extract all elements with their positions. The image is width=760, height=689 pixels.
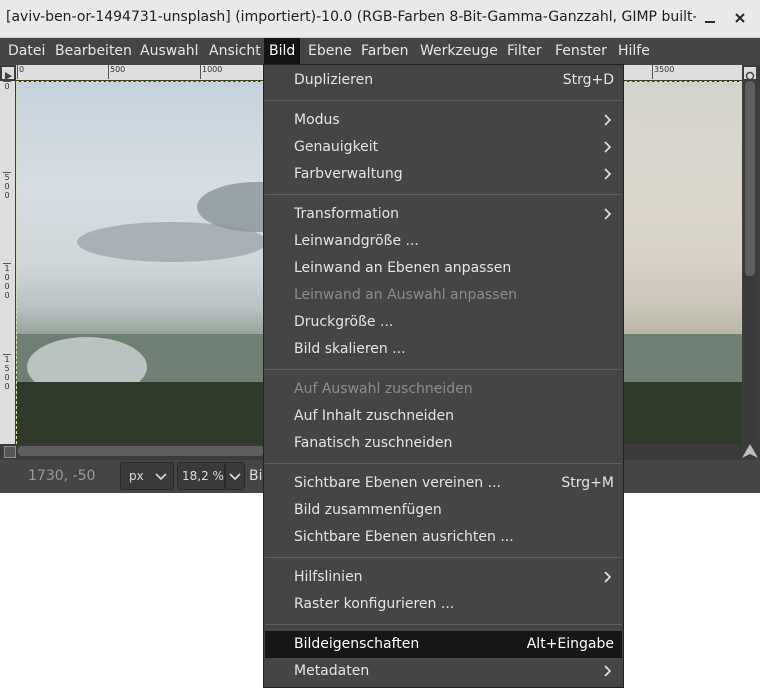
- vertical-scrollbar[interactable]: [744, 81, 756, 444]
- menu-item-label: Auf Auswahl zuschneiden: [294, 381, 473, 397]
- menu-item-label: Raster konfigurieren ...: [294, 596, 455, 612]
- zoom-image-when-window-size-changes-button[interactable]: [744, 67, 756, 81]
- close-icon: [735, 13, 745, 23]
- menu-item-fanatisch-zuschneiden[interactable]: Fanatisch zuschneiden: [265, 430, 622, 457]
- menu-item-label: Hilfslinien: [294, 569, 363, 585]
- menu-item-shortcut: Strg+D: [562, 72, 614, 88]
- menu-item-label: Farbverwaltung: [294, 166, 403, 182]
- menu-item-sichtbare-ebenen-vereinen[interactable]: Sichtbare Ebenen vereinen ... Strg+M: [265, 470, 622, 497]
- unit-select[interactable]: px: [120, 462, 174, 490]
- close-button[interactable]: [730, 8, 750, 28]
- menu-separator: [265, 369, 622, 370]
- menu-separator: [265, 194, 622, 195]
- menu-auswahl[interactable]: Auswahl: [135, 38, 204, 65]
- quick-mask-toggle[interactable]: [4, 446, 16, 458]
- menu-werkzeuge[interactable]: Werkzeuge: [415, 38, 503, 65]
- menu-item-label: Genauigkeit: [294, 139, 379, 155]
- chevron-right-icon: [604, 208, 612, 220]
- chevron-right-icon: [604, 141, 612, 153]
- menu-hilfe[interactable]: Hilfe: [613, 38, 655, 65]
- menu-item-farbverwaltung[interactable]: Farbverwaltung: [265, 161, 622, 188]
- menu-datei[interactable]: Datei: [3, 38, 50, 65]
- menu-filter[interactable]: Filter: [502, 38, 547, 65]
- quick-menu-button[interactable]: [2, 67, 14, 80]
- bild-menu: Duplizieren Strg+D Modus Genauigkeit Farbver…: [263, 64, 624, 688]
- menu-item-label: Transformation: [294, 206, 400, 222]
- menu-item-sichtbare-ebenen-ausrichten[interactable]: Sichtbare Ebenen ausrichten ...: [265, 524, 622, 551]
- menu-item-label: Bild zusammenfügen: [294, 502, 442, 518]
- menu-item-raster-konfigurieren[interactable]: Raster konfigurieren ...: [265, 591, 622, 618]
- menu-item-transformation[interactable]: Transformation: [265, 201, 622, 228]
- menu-separator: [265, 624, 622, 625]
- window-title: [aviv-ben-or-1494731-unsplash] (importie…: [6, 9, 696, 25]
- ruler-tick-label: 1 0 0 0: [3, 263, 11, 300]
- menu-item-leinwandgroesse[interactable]: Leinwandgröße ...: [265, 228, 622, 255]
- menu-item-modus[interactable]: Modus: [265, 107, 622, 134]
- navigate-icon: [742, 444, 758, 458]
- menu-item-label: Bild skalieren ...: [294, 341, 406, 357]
- minimize-button[interactable]: [700, 8, 720, 28]
- menu-item-bild-zusammenfuegen[interactable]: Bild zusammenfügen: [265, 497, 622, 524]
- menu-item-druckgroesse[interactable]: Druckgröße ...: [265, 309, 622, 336]
- menu-item-leinwand-an-ebenen-anpassen[interactable]: Leinwand an Ebenen anpassen: [265, 255, 622, 282]
- menu-farben[interactable]: Farben: [356, 38, 413, 65]
- menu-separator: [265, 463, 622, 464]
- vertical-ruler[interactable]: 0 5 0 0 1 0 0 0 1 5 0 0: [0, 81, 15, 444]
- minimize-icon: [705, 21, 715, 23]
- menu-item-label: Metadaten: [294, 663, 370, 679]
- menu-item-label: Sichtbare Ebenen ausrichten ...: [294, 529, 514, 545]
- chevron-right-icon: [604, 168, 612, 180]
- menu-item-label: Auf Inhalt zuschneiden: [294, 408, 454, 424]
- menu-item-auf-auswahl-zuschneiden: Auf Auswahl zuschneiden: [265, 376, 622, 403]
- menu-item-label: Modus: [294, 112, 340, 128]
- unit-value: px: [129, 469, 144, 483]
- menu-item-auf-inhalt-zuschneiden[interactable]: Auf Inhalt zuschneiden: [265, 403, 622, 430]
- menu-item-bild-skalieren[interactable]: Bild skalieren ...: [265, 336, 622, 363]
- ruler-tick-label: 0: [3, 81, 11, 91]
- menu-item-shortcut: Alt+Eingabe: [526, 636, 614, 652]
- chevron-right-icon: [604, 571, 612, 583]
- menu-bearbeiten[interactable]: Bearbeiten: [50, 38, 137, 65]
- menu-separator: [265, 100, 622, 101]
- menu-item-duplizieren[interactable]: Duplizieren Strg+D: [265, 67, 622, 94]
- chevron-down-icon: [155, 473, 167, 481]
- chevron-right-icon: [604, 114, 612, 126]
- menu-item-label: Leinwand an Ebenen anpassen: [294, 260, 512, 276]
- chevron-down-icon: [229, 473, 241, 481]
- menu-separator: [265, 557, 622, 558]
- zoom-input[interactable]: 18,2 %: [177, 462, 225, 490]
- ruler-tick-label: 1 5 0 0: [3, 354, 11, 391]
- menu-bar: Datei Bearbeiten Auswahl Ansicht Bild Ebene Fa…: [0, 38, 760, 65]
- title-bar: [aviv-ben-or-1494731-unsplash] (importie…: [0, 0, 760, 38]
- menu-item-label: Sichtbare Ebenen vereinen ...: [294, 475, 501, 491]
- menu-bild[interactable]: Bild: [264, 38, 301, 65]
- menu-item-label: Bildeigenschaften: [294, 636, 420, 652]
- horizontal-scrollbar-thumb[interactable]: [18, 446, 264, 456]
- menu-item-metadaten[interactable]: Metadaten: [265, 658, 622, 685]
- ruler-tick-label: 5 0 0: [3, 172, 11, 200]
- ruler-tick-label: 3500: [652, 65, 674, 79]
- ruler-tick-label: 1000: [200, 65, 222, 79]
- ruler-tick-label: 500: [108, 65, 125, 79]
- menu-item-label: Leinwandgröße ...: [294, 233, 419, 249]
- menu-item-label: Fanatisch zuschneiden: [294, 435, 453, 451]
- pointer-coordinates: 1730, -50: [28, 468, 96, 484]
- menu-item-leinwand-an-auswahl-anpassen: Leinwand an Auswahl anpassen: [265, 282, 622, 309]
- menu-item-label: Duplizieren: [294, 72, 374, 88]
- chevron-right-icon: [604, 665, 612, 677]
- menu-ebene[interactable]: Ebene: [303, 38, 357, 65]
- cloud: [77, 222, 267, 262]
- zoom-value: 18,2 %: [182, 469, 224, 483]
- menu-item-genauigkeit[interactable]: Genauigkeit: [265, 134, 622, 161]
- menu-fenster[interactable]: Fenster: [550, 38, 612, 65]
- menu-item-bildeigenschaften[interactable]: Bildeigenschaften Alt+Eingabe: [265, 631, 622, 658]
- menu-item-hilfslinien[interactable]: Hilfslinien: [265, 564, 622, 591]
- vertical-scrollbar-thumb[interactable]: [745, 81, 755, 276]
- menu-item-shortcut: Strg+M: [561, 475, 614, 491]
- ruler-tick-label: 0: [17, 65, 24, 79]
- menu-item-label: Druckgröße ...: [294, 314, 394, 330]
- zoom-dropdown-button[interactable]: [225, 462, 245, 490]
- menu-ansicht[interactable]: Ansicht: [204, 38, 266, 65]
- menu-item-label: Leinwand an Auswahl anpassen: [294, 287, 518, 303]
